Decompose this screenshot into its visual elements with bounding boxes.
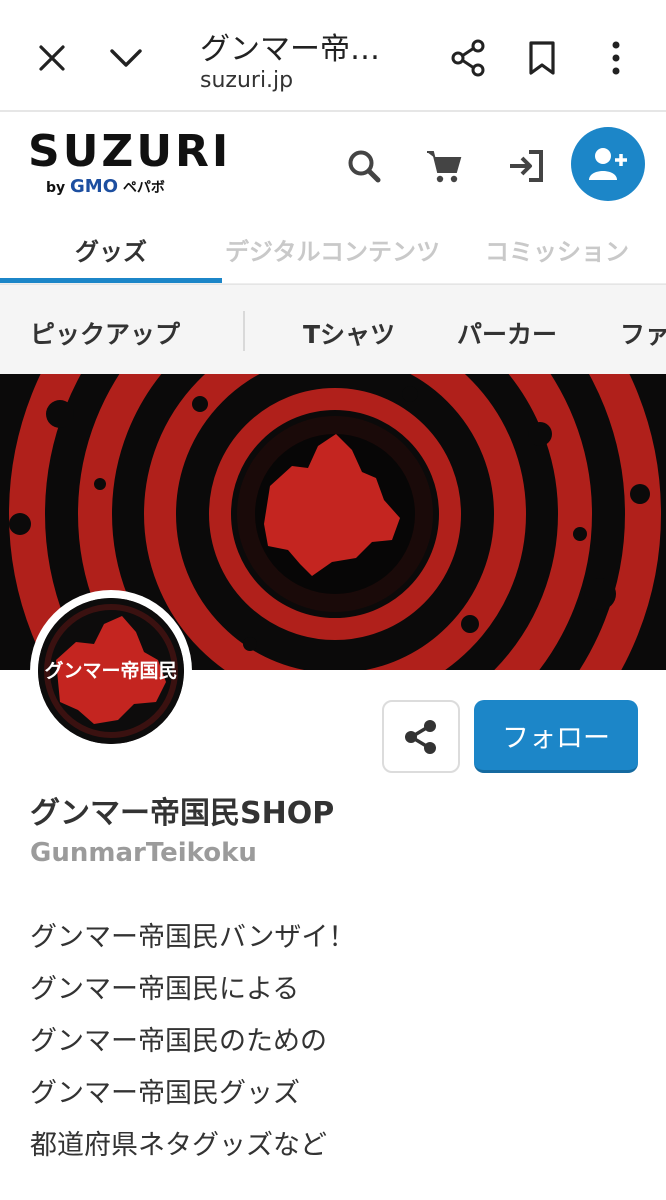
follow-button[interactable]: フォロー xyxy=(474,700,638,773)
category-more[interactable]: ファ xyxy=(620,315,666,351)
close-icon[interactable] xyxy=(28,34,76,82)
content-tabs: グッズ デジタルコンテンツ コミッション xyxy=(0,212,666,284)
login-icon[interactable] xyxy=(502,142,550,190)
bio-line: グンマー帝国民のための xyxy=(30,1026,327,1057)
shop-bio: グンマー帝国民バンザイ！ グンマー帝国民による グンマー帝国民のための グンマー… xyxy=(30,912,355,1172)
category-divider xyxy=(243,311,245,351)
active-tab-indicator xyxy=(0,278,222,283)
shop-name: グンマー帝国民SHOP xyxy=(30,796,335,831)
category-bar: ピックアップ Tシャツ パーカー ファ xyxy=(0,284,666,374)
category-hoodie[interactable]: パーカー xyxy=(457,315,557,351)
search-icon[interactable] xyxy=(340,142,388,190)
shop-avatar[interactable]: グンマー帝国民 xyxy=(30,590,192,752)
category-tshirt[interactable]: Tシャツ xyxy=(303,315,395,351)
share-icon xyxy=(405,719,436,754)
category-pickup[interactable]: ピックアップ xyxy=(30,315,180,351)
tab-goods[interactable]: グッズ xyxy=(75,232,147,267)
avatar-text: グンマー帝国民 xyxy=(44,660,178,682)
suzuri-logo[interactable]: SUZURI by GMO ペパボ xyxy=(28,130,231,198)
page-title: グンマー帝… xyxy=(200,32,380,67)
page-url[interactable]: suzuri.jp xyxy=(200,68,293,93)
add-user-icon[interactable] xyxy=(571,127,645,201)
bio-line: グンマー帝国民バンザイ！ xyxy=(30,922,356,953)
bio-line: グンマー帝国民による xyxy=(30,974,300,1005)
shop-id: GunmarTeikoku xyxy=(30,838,257,868)
browser-toolbar: グンマー帝… suzuri.jp xyxy=(0,0,666,112)
chevron-down-icon[interactable] xyxy=(102,34,150,82)
share-shop-button[interactable] xyxy=(382,700,460,773)
bio-line: 都道府県ネタグッズなど xyxy=(30,1130,327,1161)
tab-digital-contents[interactable]: デジタルコンテンツ xyxy=(225,232,440,267)
cart-icon[interactable] xyxy=(420,142,468,190)
bookmark-icon[interactable] xyxy=(518,34,566,82)
site-header: SUZURI by GMO ペパボ xyxy=(0,112,666,212)
share-icon[interactable] xyxy=(444,34,492,82)
tab-commission[interactable]: コミッション xyxy=(485,232,629,267)
bio-line: グンマー帝国民グッズ xyxy=(30,1078,300,1109)
more-vert-icon[interactable] xyxy=(592,34,640,82)
